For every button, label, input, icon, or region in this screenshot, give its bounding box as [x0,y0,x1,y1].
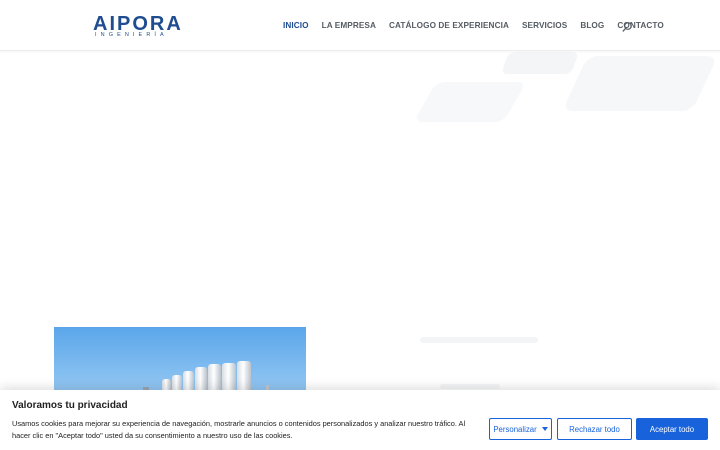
site-logo[interactable]: AIPORA INGENIERÍA [93,14,183,40]
site-header: AIPORA INGENIERÍA INICIO LA EMPRESA CATÁ… [0,0,720,51]
hero-decoration [562,56,718,111]
main-nav: INICIO LA EMPRESA CATÁLOGO DE EXPERIENCI… [283,20,677,32]
reject-all-button[interactable]: Rechazar todo [557,418,632,440]
logo-wordmark: AIPORA [93,13,183,35]
faint-placeholder [440,384,500,389]
faint-placeholder [420,337,538,343]
hero-decoration [500,52,580,74]
nav-item-blog[interactable]: BLOG [580,20,604,32]
hero-decoration [413,82,527,122]
nav-item-servicios[interactable]: SERVICIOS [522,20,567,32]
logo-tagline: INGENIERÍA [95,32,168,38]
cookie-title: Valoramos tu privacidad [12,400,128,411]
cookie-consent-banner: Valoramos tu privacidad Usamos cookies p… [0,390,720,450]
cookie-description: Usamos cookies para mejorar su experienc… [12,419,466,440]
customize-button[interactable]: Personalizar [489,418,552,440]
customize-label: Personalizar [493,424,537,434]
nav-item-catalogo[interactable]: CATÁLOGO DE EXPERIENCIA [389,20,509,32]
hero-banner [0,52,720,302]
nav-item-inicio[interactable]: INICIO [283,20,309,32]
search-icon[interactable] [621,20,633,32]
page: AIPORA INGENIERÍA INICIO LA EMPRESA CATÁ… [0,0,720,450]
nav-item-la-empresa[interactable]: LA EMPRESA [322,20,376,32]
accept-all-button[interactable]: Aceptar todo [636,418,708,440]
caret-down-icon [541,427,548,431]
